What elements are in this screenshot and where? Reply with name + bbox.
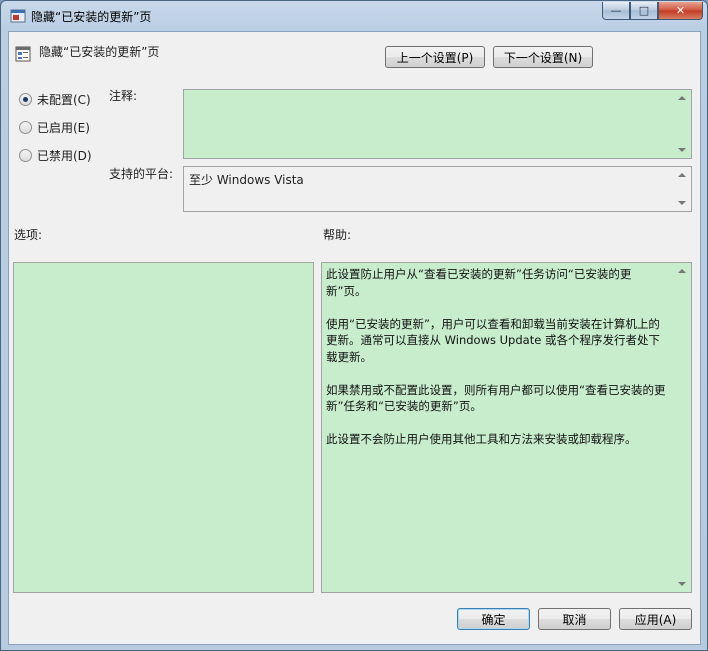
comment-label: 注释:	[109, 89, 138, 103]
radio-enabled[interactable]: 已启用(E)	[19, 119, 90, 136]
platform-box: 至少 Windows Vista	[183, 166, 692, 212]
platform-value: 至少 Windows Vista	[189, 173, 304, 187]
scroll-down-icon[interactable]	[678, 582, 686, 586]
scroll-down-icon[interactable]	[678, 148, 686, 152]
radio-disabled-dot	[19, 149, 32, 162]
platform-label: 支持的平台:	[109, 167, 174, 181]
minimize-button[interactable]: —	[602, 2, 630, 20]
cancel-button[interactable]: 取消	[538, 608, 611, 630]
help-paragraph: 此设置不会防止用户使用其他工具和方法来安装或卸载程序。	[326, 432, 637, 446]
help-paragraph: 此设置防止用户从“查看已安装的更新”任务访问“已安装的更新”页。	[326, 267, 632, 298]
scroll-down-icon[interactable]	[678, 201, 686, 205]
window-title: 隐藏“已安装的更新”页	[31, 10, 152, 24]
comment-textarea[interactable]	[183, 89, 692, 159]
previous-setting-button[interactable]: 上一个设置(P)	[385, 46, 485, 68]
minimize-icon: —	[610, 4, 622, 17]
radio-not-configured-label: 未配置(C)	[37, 93, 91, 107]
ok-button[interactable]: 确定	[457, 608, 530, 630]
dialog-client-area: 隐藏“已安装的更新”页 上一个设置(P) 下一个设置(N) 未配置(C) 已启用…	[8, 31, 701, 645]
close-button[interactable]: ✕	[658, 2, 703, 20]
radio-enabled-dot	[19, 121, 32, 134]
platform-scrollbar[interactable]	[675, 167, 691, 211]
help-paragraph: 如果禁用或不配置此设置，则所有用户都可以使用“查看已安装的更新”任务和“已安装的…	[326, 382, 666, 414]
policy-window-icon	[10, 9, 26, 23]
options-panel	[13, 262, 314, 593]
title-bar[interactable]: 隐藏“已安装的更新”页 — □ ✕	[1, 1, 707, 31]
options-label: 选项:	[14, 228, 43, 242]
apply-button[interactable]: 应用(A)	[619, 608, 692, 630]
policy-title: 隐藏“已安装的更新”页	[39, 45, 160, 59]
maximize-icon: □	[638, 4, 650, 17]
radio-not-configured-dot	[19, 93, 32, 106]
radio-not-configured[interactable]: 未配置(C)	[19, 91, 91, 108]
close-icon: ✕	[675, 4, 686, 17]
scroll-up-icon[interactable]	[678, 96, 686, 100]
help-text: 此设置防止用户从“查看已安装的更新”任务访问“已安装的更新”页。 使用“已安装的…	[326, 266, 671, 464]
radio-enabled-label: 已启用(E)	[37, 121, 90, 135]
help-label: 帮助:	[323, 228, 352, 242]
maximize-button[interactable]: □	[630, 2, 658, 20]
comment-scrollbar[interactable]	[675, 90, 691, 158]
help-paragraph: 使用“已安装的更新”，用户可以查看和卸载当前安装在计算机上的更新。通常可以直接从…	[326, 316, 660, 364]
radio-disabled[interactable]: 已禁用(D)	[19, 147, 92, 164]
next-setting-button[interactable]: 下一个设置(N)	[493, 46, 593, 68]
radio-disabled-label: 已禁用(D)	[37, 149, 92, 163]
policy-dialog-window: 隐藏“已安装的更新”页 — □ ✕ 隐藏“已安装的更新”页 上一个设置(P) 下…	[0, 0, 708, 651]
help-scrollbar[interactable]	[675, 263, 691, 592]
help-panel: 此设置防止用户从“查看已安装的更新”任务访问“已安装的更新”页。 使用“已安装的…	[321, 262, 692, 593]
caption-buttons: — □ ✕	[602, 2, 703, 21]
policy-setting-icon	[15, 46, 31, 62]
scroll-up-icon[interactable]	[678, 269, 686, 273]
scroll-up-icon[interactable]	[678, 173, 686, 177]
